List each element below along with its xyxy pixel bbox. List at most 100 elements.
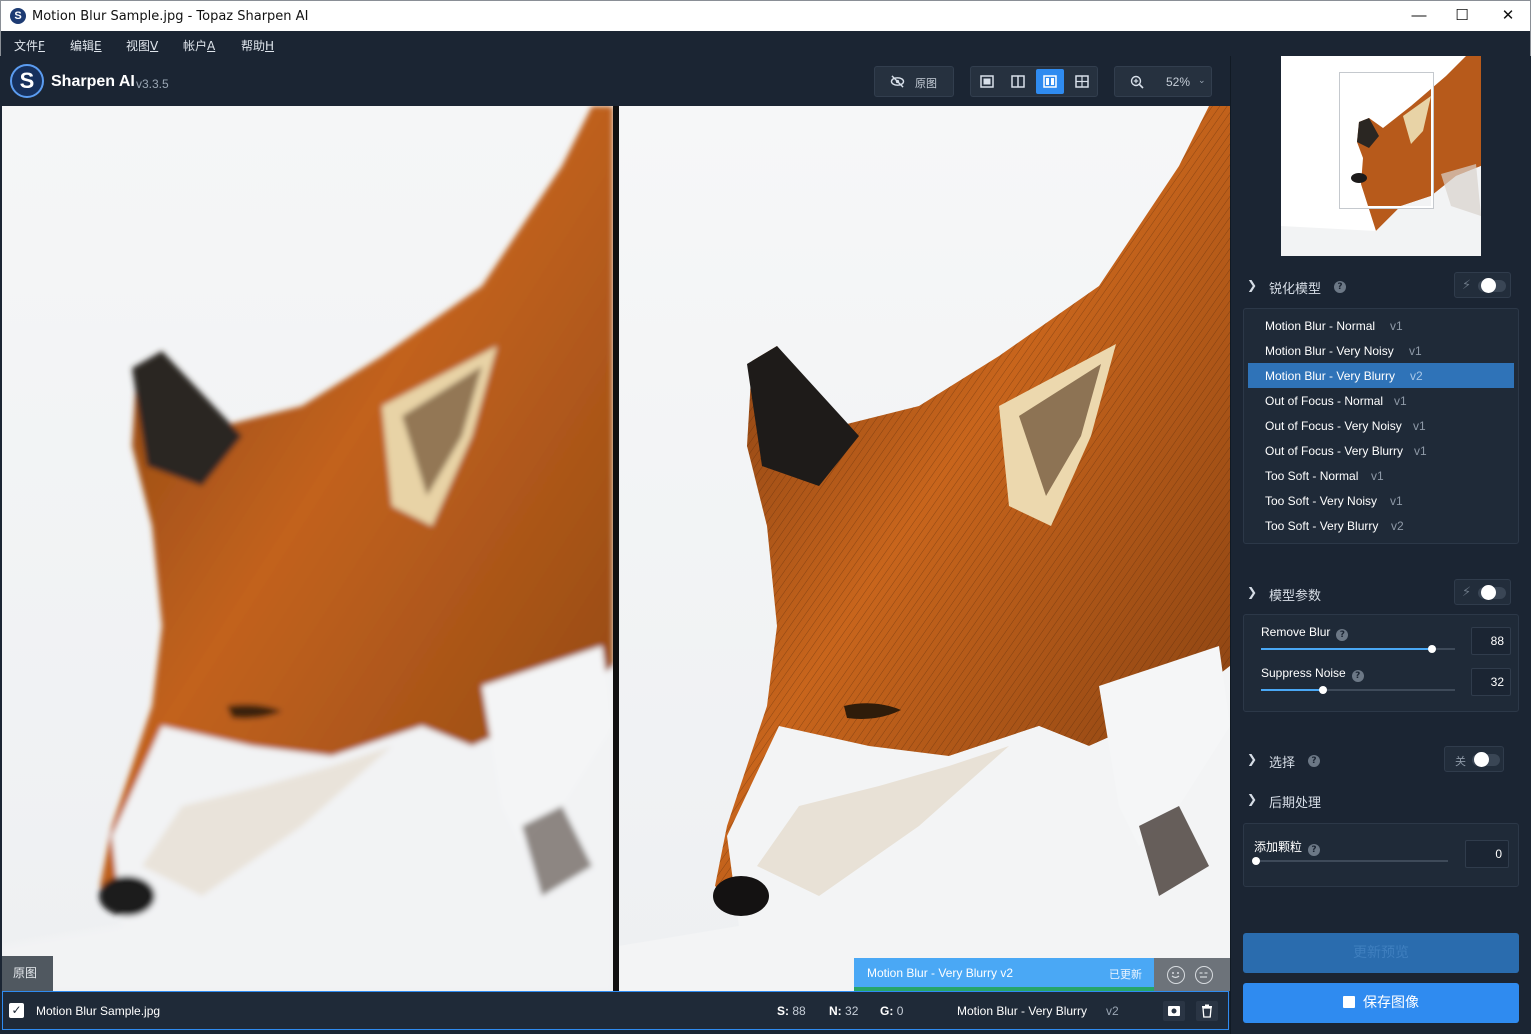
close-button[interactable]: ✕ [1485, 1, 1531, 31]
minimize-button[interactable]: — [1396, 1, 1442, 31]
file-model-name: Motion Blur - Very Blurry [957, 1004, 1088, 1018]
sharpened-preview-pane[interactable] [619, 106, 1230, 991]
save-image-button[interactable]: 保存图像 [1243, 983, 1519, 1023]
toggle-off-label: 关 [1455, 755, 1466, 768]
model-section-title: 锐化模型 [1269, 282, 1322, 297]
suppress-noise-input[interactable]: 32 [1471, 668, 1511, 696]
view-mode-group [970, 66, 1098, 97]
model-item[interactable]: Too Soft - Normal v1 [1248, 463, 1514, 488]
split-view-icon [1011, 75, 1025, 88]
model-auto-toggle[interactable]: ⚡ [1454, 272, 1511, 298]
remove-blur-label: Remove Blur? [1261, 625, 1349, 641]
quad-view-icon [1075, 75, 1089, 88]
single-view-button[interactable] [973, 69, 1001, 94]
help-icon[interactable]: ? [1308, 755, 1320, 767]
selection-section-title: 选择 [1269, 756, 1296, 771]
file-model-version: v2 [1106, 1004, 1119, 1018]
params-section-header[interactable]: ❯ 模型参数 ⚡ [1231, 579, 1531, 607]
chevron-down-icon: ❯ [1247, 585, 1258, 599]
model-item[interactable]: Too Soft - Very Noisy v1 [1248, 488, 1514, 513]
model-item[interactable]: Motion Blur - Normal v1 [1248, 313, 1514, 338]
suppress-noise-slider[interactable] [1261, 686, 1455, 694]
window-title: Motion Blur Sample.jpg - Topaz Sharpen A… [32, 9, 309, 24]
menu-edit[interactable]: 编辑E [70, 37, 102, 54]
save-icon [1343, 996, 1355, 1008]
fox-image-original [2, 106, 613, 991]
original-preview-pane[interactable]: 原图 [2, 106, 613, 991]
preview-button[interactable] [1163, 1001, 1185, 1021]
slider-thumb[interactable] [1427, 645, 1436, 653]
chevron-down-icon: ❯ [1247, 792, 1258, 806]
eye-slash-icon [890, 75, 905, 88]
slider-fill [1261, 648, 1432, 650]
suppress-noise-label: Suppress Noise? [1261, 666, 1364, 682]
preview-canvas[interactable]: 原图 Motion Blur - Very Blurry v2 已更新 [2, 106, 1230, 991]
selection-section-header[interactable]: ❯ 选择 ? 关 [1231, 746, 1531, 774]
lightning-icon: ⚡ [1462, 277, 1472, 292]
post-section-header[interactable]: ❯ 后期处理 [1231, 786, 1531, 814]
stat-grain: G: 0 [880, 1004, 904, 1018]
file-row[interactable]: ✓ Motion Blur Sample.jpg S: 88 N: 32 G: … [2, 991, 1229, 1030]
params-panel: Remove Blur? 88 Suppress Noise? 32 [1243, 614, 1519, 712]
original-toggle-label: 原图 [915, 78, 937, 90]
original-toggle-button[interactable]: 原图 [874, 66, 954, 97]
model-item-selected[interactable]: Motion Blur - Very Blurry v2 [1248, 363, 1514, 388]
fox-image-sharpened [619, 106, 1230, 991]
remove-blur-input[interactable]: 88 [1471, 627, 1511, 655]
stat-noise: N: 32 [829, 1004, 859, 1018]
app-brand: Sharpen AI [51, 73, 135, 90]
slider-thumb[interactable] [1319, 686, 1328, 694]
maximize-button[interactable]: ☐ [1439, 1, 1485, 31]
help-icon[interactable]: ? [1351, 670, 1364, 682]
grain-slider[interactable] [1252, 857, 1448, 865]
help-icon[interactable]: ? [1308, 844, 1321, 856]
model-list: Motion Blur - Normal v1 Motion Blur - Ver… [1243, 308, 1519, 544]
selection-toggle[interactable]: 关 [1444, 746, 1504, 772]
model-item[interactable]: Out of Focus - Very Noisy v1 [1248, 413, 1514, 438]
original-tag: 原图 [2, 956, 53, 991]
slider-thumb[interactable] [1252, 857, 1260, 865]
smile-face-icon[interactable] [1167, 966, 1185, 984]
single-view-icon [980, 75, 994, 88]
model-item[interactable]: Out of Focus - Normal v1 [1248, 388, 1514, 413]
navigator-thumbnail[interactable] [1281, 56, 1481, 256]
processed-model-badge: Motion Blur - Very Blurry v2 已更新 [854, 958, 1154, 991]
model-item[interactable]: Motion Blur - Very Noisy v1 [1248, 338, 1514, 363]
settings-panel: ❯ 锐化模型 ? ⚡ Motion Blur - Normal v1 Motion… [1230, 56, 1531, 1034]
zoom-control[interactable]: 52% ⌄ [1114, 66, 1212, 97]
side-by-side-view-button[interactable] [1036, 69, 1064, 94]
window-titlebar: S Motion Blur Sample.jpg - Topaz Sharpen… [0, 0, 1531, 31]
file-checkbox[interactable]: ✓ [9, 1003, 24, 1018]
help-icon[interactable]: ? [1334, 281, 1346, 293]
sharpen-logo: S [10, 64, 44, 98]
badge-status: 已更新 [1109, 968, 1142, 981]
side-by-side-view-icon [1043, 75, 1057, 88]
menu-file[interactable]: 文件F [14, 37, 45, 54]
menu-help[interactable]: 帮助H [241, 37, 274, 54]
delete-button[interactable] [1196, 1001, 1218, 1021]
split-view-button[interactable] [1004, 69, 1032, 94]
chevron-right-icon: ❯ [1247, 752, 1258, 766]
navigator-viewport-frame[interactable] [1340, 73, 1433, 208]
menu-account[interactable]: 帐户A [183, 37, 215, 54]
zoom-in-icon [1130, 75, 1144, 89]
remove-blur-slider[interactable] [1261, 645, 1455, 653]
neutral-face-icon[interactable] [1195, 966, 1213, 984]
params-auto-toggle[interactable]: ⚡ [1454, 579, 1511, 605]
toggle-knob [1481, 278, 1496, 293]
menu-view[interactable]: 视图V [126, 37, 158, 54]
zoom-value: 52% [1166, 75, 1191, 89]
model-item[interactable]: Too Soft - Very Blurry v2 [1248, 513, 1514, 538]
grain-input[interactable]: 0 [1465, 840, 1509, 868]
lightning-icon: ⚡ [1462, 584, 1472, 599]
badge-model-name: Motion Blur - Very Blurry v2 [867, 966, 1014, 980]
slider-fill [1261, 689, 1324, 691]
model-section-header[interactable]: ❯ 锐化模型 ? ⚡ [1231, 272, 1531, 300]
help-icon[interactable]: ? [1336, 629, 1349, 641]
update-preview-button[interactable]: 更新预览 [1243, 933, 1519, 973]
app-icon: S [10, 8, 26, 24]
preview-icon [1168, 1006, 1180, 1016]
model-item[interactable]: Out of Focus - Very Blurry v1 [1248, 438, 1514, 463]
stat-sharpen: S: 88 [777, 1004, 806, 1018]
quad-view-button[interactable] [1068, 69, 1096, 94]
